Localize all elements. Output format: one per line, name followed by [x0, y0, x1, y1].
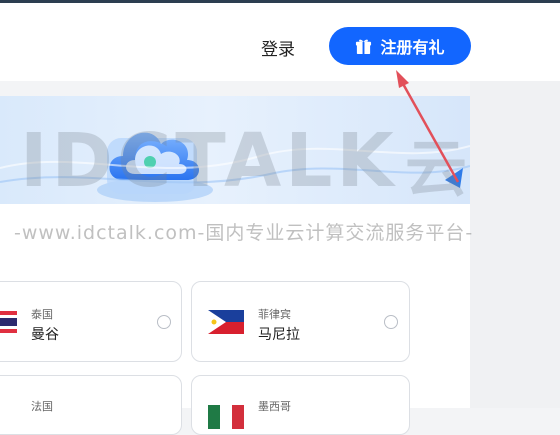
mexico-flag-icon — [208, 405, 244, 429]
annotation-arrow — [396, 70, 460, 183]
